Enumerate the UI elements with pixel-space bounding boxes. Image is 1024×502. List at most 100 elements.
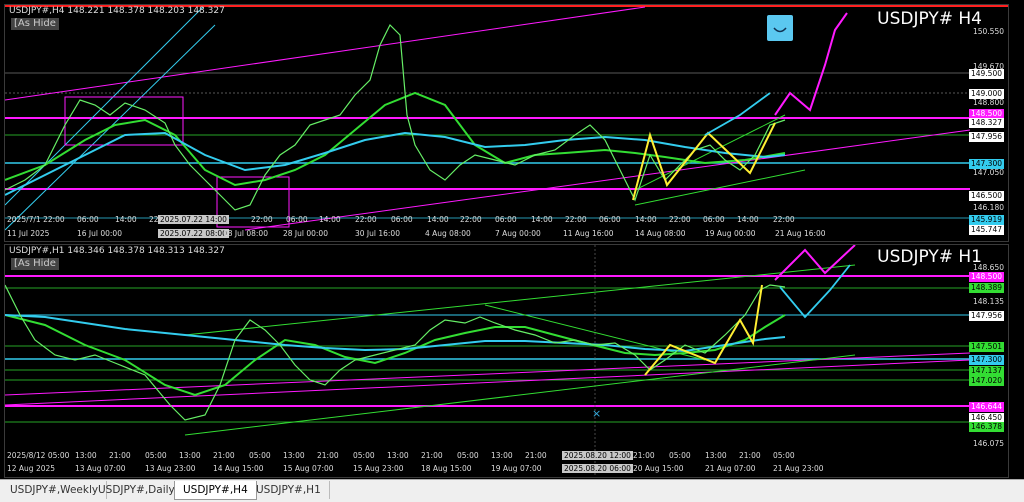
- h4-inner-time: 22:00: [773, 215, 795, 224]
- h4-time-label: 11 Aug 16:00: [563, 229, 614, 238]
- h1-inner-time: 05:00: [457, 451, 479, 460]
- h1-hide-toggle[interactable]: [As Hide: [11, 258, 59, 270]
- h4-inner-time: 22:00: [460, 215, 482, 224]
- h4-time-label: 21 Aug 16:00: [775, 229, 826, 238]
- h4-inner-time-box: 2025.07.22 14:00: [158, 215, 229, 224]
- svg-text:×: ×: [592, 407, 601, 420]
- h1-header-ohlc: USDJPY#,H1 148.346 148.378 148.313 148.3…: [9, 246, 225, 256]
- h4-inner-time: 14:00: [737, 215, 759, 224]
- h4-time-label: 4 Aug 08:00: [425, 229, 471, 238]
- h1-time-label: 19 Aug 07:00: [491, 464, 542, 473]
- h4-inner-time: 06:00: [495, 215, 517, 224]
- h1-inner-time: 21:00: [633, 451, 655, 460]
- h4-inner-time: 22:00: [669, 215, 691, 224]
- h1-time-crosshair-box: 2025.08.20 06:00: [562, 464, 633, 473]
- h4-hide-toggle[interactable]: [As Hide: [11, 18, 59, 30]
- h1-time-label: 13 Aug 07:00: [75, 464, 126, 473]
- h4-chart-pane[interactable]: USDJPY#,H4 148.221 148.378 148.203 148.3…: [4, 4, 1009, 242]
- h4-price-box: 147.956: [968, 132, 1004, 142]
- h1-inner-time: 05:00: [773, 451, 795, 460]
- h1-inner-time: 21:00: [421, 451, 443, 460]
- h4-time-label: 19 Aug 00:00: [705, 229, 756, 238]
- h4-header-ohlc: USDJPY#,H4 148.221 148.378 148.203 148.3…: [9, 6, 225, 16]
- tab-h4[interactable]: USDJPY#,H4: [174, 481, 257, 500]
- h1-inner-time: 05:00: [249, 451, 271, 460]
- h1-price-box: 146.378: [968, 422, 1004, 432]
- h4-inner-time: 14:00: [427, 215, 449, 224]
- h1-inner-time: 21:00: [525, 451, 547, 460]
- h4-time-label: 30 Jul 16:00: [355, 229, 400, 238]
- chart-window: USDJPY#,H4 148.221 148.378 148.203 148.3…: [0, 0, 1024, 502]
- h4-time-label: 18 Jul 08:00: [223, 229, 268, 238]
- h1-inner-time: 13:00: [283, 451, 305, 460]
- h1-time-label: 15 Aug 07:00: [283, 464, 334, 473]
- h4-inner-time: 06:00: [599, 215, 621, 224]
- h4-time-label: 7 Aug 00:00: [495, 229, 541, 238]
- h4-inner-time: 22:00: [251, 215, 273, 224]
- h1-time-label: 18 Aug 15:00: [421, 464, 472, 473]
- h4-inner-time: 14:00: [635, 215, 657, 224]
- h1-time-label: 15 Aug 23:00: [353, 464, 404, 473]
- h4-price-box: 149.500: [968, 69, 1004, 79]
- h4-symbol-title: USDJPY# H4: [877, 9, 982, 29]
- h1-price-box: 147.137: [968, 366, 1004, 376]
- h1-time-label: 21 Aug 07:00: [705, 464, 756, 473]
- h1-inner-time: 13:00: [75, 451, 97, 460]
- h4-price-box: 145.747: [968, 225, 1004, 235]
- h1-time-label: 14 Aug 15:00: [213, 464, 264, 473]
- h4-chart-canvas: [5, 5, 1008, 231]
- smile-icon[interactable]: [767, 15, 793, 41]
- h1-symbol-title: USDJPY# H1: [877, 247, 982, 267]
- h1-price-box: 147.020: [968, 376, 1004, 386]
- h4-inner-time: 14:00: [319, 215, 341, 224]
- h1-price-box: 147.501: [968, 342, 1004, 352]
- h4-price-box: 145.919: [968, 215, 1004, 225]
- h4-price-tick: 150.550: [972, 27, 1004, 36]
- h1-inner-time: 13:00: [179, 451, 201, 460]
- h1-time-label: 12 Aug 2025: [7, 464, 56, 473]
- h1-inner-time: 2025/8/12 05:00: [7, 451, 70, 460]
- h4-inner-time: 06:00: [391, 215, 413, 224]
- h1-current-price: 148.389: [968, 283, 1004, 293]
- h1-inner-time: 05:00: [669, 451, 691, 460]
- h1-price-tick: 148.135: [972, 297, 1004, 306]
- h1-inner-time: 21:00: [109, 451, 131, 460]
- h1-inner-time: 21:00: [213, 451, 235, 460]
- h1-inner-time: 21:00: [317, 451, 339, 460]
- h4-price-tick: 146.180: [972, 203, 1004, 212]
- h4-inner-time: 2025/7/1 22:00: [7, 215, 65, 224]
- h1-time-label: 13 Aug 23:00: [145, 464, 196, 473]
- h4-inner-time: 22:00: [565, 215, 587, 224]
- h4-time-label: 14 Aug 08:00: [635, 229, 686, 238]
- h1-chart-canvas: ×: [5, 245, 971, 477]
- chart-tab-bar: USDJPY#,Weekly USDJPY#,Daily USDJPY#,H4 …: [0, 479, 1024, 502]
- h4-inner-time: 06:00: [77, 215, 99, 224]
- h4-inner-time: 22:00: [355, 215, 377, 224]
- h1-price-tick: 146.075: [972, 439, 1004, 448]
- h1-inner-time: 13:00: [705, 451, 727, 460]
- h1-chart-pane[interactable]: × USDJPY#,H1 148.346 148.378 148.313 148…: [4, 244, 1009, 478]
- h4-inner-time: 06:00: [703, 215, 725, 224]
- h1-inner-time: 13:00: [491, 451, 513, 460]
- h1-time-label: 21 Aug 23:00: [773, 464, 824, 473]
- h4-inner-time: 14:00: [115, 215, 137, 224]
- h1-time-label: 20 Aug 15:00: [633, 464, 684, 473]
- h1-inner-time-box: 2025.08.20 12:00: [562, 451, 633, 460]
- h4-time-label: 11 Jul 2025: [7, 229, 50, 238]
- h4-inner-time: 14:00: [531, 215, 553, 224]
- h1-inner-time: 13:00: [387, 451, 409, 460]
- h4-time-crosshair-box: 2025.07.22 08:00: [158, 229, 229, 238]
- tab-daily[interactable]: USDJPY#,Daily: [90, 481, 184, 499]
- h4-price-box: 146.500: [968, 191, 1004, 201]
- h1-inner-time: 05:00: [145, 451, 167, 460]
- tab-h1[interactable]: USDJPY#,H1: [248, 481, 330, 499]
- h4-time-label: 28 Jul 00:00: [283, 229, 328, 238]
- h4-price-tick: 147.050: [972, 168, 1004, 177]
- h1-price-box: 147.300: [968, 355, 1004, 365]
- h1-price-box: 148.500: [968, 272, 1004, 282]
- h1-price-box: 147.956: [968, 311, 1004, 321]
- h4-current-price: 148.327: [968, 118, 1004, 128]
- h4-inner-time: 06:00: [286, 215, 308, 224]
- h1-inner-time: 21:00: [739, 451, 761, 460]
- h1-price-box: 146.644: [968, 402, 1004, 412]
